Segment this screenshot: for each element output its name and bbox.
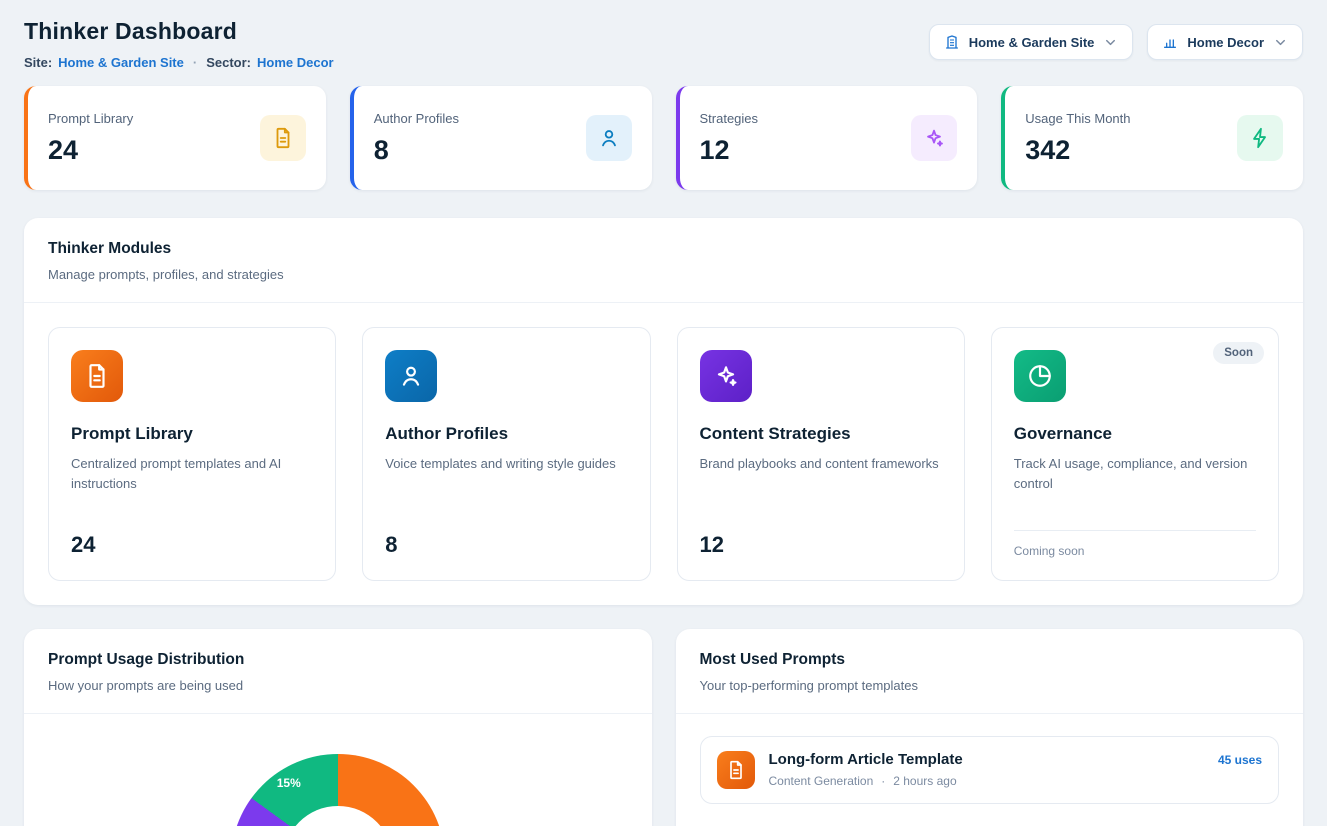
stat-card-author-profiles: Author Profiles 8	[350, 86, 652, 190]
module-card-prompt-library[interactable]: Prompt Library Centralized prompt templa…	[48, 327, 336, 581]
sparkle-icon	[700, 350, 752, 402]
chevron-down-icon	[1103, 35, 1118, 50]
module-card-content-strategies[interactable]: Content Strategies Brand playbooks and c…	[677, 327, 965, 581]
breadcrumb-separator: ·	[193, 55, 197, 70]
stat-label: Usage This Month	[1025, 111, 1130, 126]
prompt-meta: Content Generation · 2 hours ago	[769, 774, 963, 788]
prompt-list-item[interactable]: Long-form Article Template Content Gener…	[700, 736, 1280, 804]
most-used-title: Most Used Prompts	[700, 651, 1280, 669]
document-icon	[717, 751, 755, 789]
coming-soon-text: Coming soon	[1014, 530, 1256, 558]
chart-area: 15%	[24, 714, 652, 826]
module-description: Centralized prompt templates and AI inst…	[71, 454, 313, 494]
usage-donut-chart: 15%	[231, 754, 445, 826]
dashboard-page: Thinker Dashboard Site: Home & Garden Si…	[0, 0, 1327, 826]
user-icon	[385, 350, 437, 402]
module-description: Voice templates and writing style guides	[385, 454, 627, 474]
bottom-row: Prompt Usage Distribution How your promp…	[24, 629, 1303, 826]
most-used-subtitle: Your top-performing prompt templates	[700, 678, 1280, 693]
stat-value: 342	[1025, 135, 1130, 166]
module-count: 24	[71, 518, 313, 558]
breadcrumb: Site: Home & Garden Site · Sector: Home …	[24, 55, 334, 70]
page-title: Thinker Dashboard	[24, 18, 334, 45]
bar-chart-icon	[1162, 34, 1178, 50]
site-label: Site:	[24, 55, 52, 70]
stat-value: 24	[48, 135, 133, 166]
module-title: Author Profiles	[385, 424, 627, 444]
prompt-category: Content Generation	[769, 774, 874, 788]
module-title: Governance	[1014, 424, 1256, 444]
prompt-uses-badge: 45 uses	[1218, 753, 1262, 789]
sparkle-icon	[911, 115, 957, 161]
usage-distribution-card: Prompt Usage Distribution How your promp…	[24, 629, 652, 826]
stat-label: Prompt Library	[48, 111, 133, 126]
chevron-down-icon	[1273, 35, 1288, 50]
modules-subtitle: Manage prompts, profiles, and strategies	[48, 267, 1279, 282]
stat-value: 12	[700, 135, 759, 166]
module-card-governance[interactable]: Soon Governance Track AI usage, complian…	[991, 327, 1279, 581]
module-count: 8	[385, 518, 627, 558]
meta-separator: ·	[881, 774, 885, 788]
prompt-list: Long-form Article Template Content Gener…	[676, 714, 1304, 826]
stat-card-strategies: Strategies 12	[676, 86, 978, 190]
sector-selector-label: Home Decor	[1187, 35, 1264, 50]
donut-segment-label: 15%	[277, 776, 301, 790]
building-icon	[944, 34, 960, 50]
modules-title: Thinker Modules	[48, 240, 1279, 258]
document-icon	[260, 115, 306, 161]
module-card-author-profiles[interactable]: Author Profiles Voice templates and writ…	[362, 327, 650, 581]
soon-badge: Soon	[1213, 342, 1264, 364]
module-count: 12	[700, 518, 942, 558]
stats-row: Prompt Library 24 Author Profiles 8 Stra…	[24, 86, 1303, 190]
user-icon	[586, 115, 632, 161]
sector-selector-dropdown[interactable]: Home Decor	[1147, 24, 1303, 60]
stat-value: 8	[374, 135, 459, 166]
site-selector-dropdown[interactable]: Home & Garden Site	[929, 24, 1134, 60]
module-title: Prompt Library	[71, 424, 313, 444]
thinker-modules-panel: Thinker Modules Manage prompts, profiles…	[24, 218, 1303, 605]
topbar: Thinker Dashboard Site: Home & Garden Si…	[24, 18, 1303, 70]
pie-chart-icon	[1014, 350, 1066, 402]
modules-grid: Prompt Library Centralized prompt templa…	[24, 303, 1303, 605]
title-block: Thinker Dashboard Site: Home & Garden Si…	[24, 18, 334, 70]
module-title: Content Strategies	[700, 424, 942, 444]
stat-card-usage: Usage This Month 342	[1001, 86, 1303, 190]
prompt-time: 2 hours ago	[893, 774, 956, 788]
site-link[interactable]: Home & Garden Site	[58, 55, 184, 70]
module-description: Track AI usage, compliance, and version …	[1014, 454, 1256, 494]
sector-link[interactable]: Home Decor	[257, 55, 334, 70]
sector-label: Sector:	[206, 55, 251, 70]
prompt-title: Long-form Article Template	[769, 751, 963, 768]
site-selector-label: Home & Garden Site	[969, 35, 1095, 50]
top-actions: Home & Garden Site Home Decor	[929, 24, 1303, 60]
stat-label: Strategies	[700, 111, 759, 126]
module-description: Brand playbooks and content frameworks	[700, 454, 942, 474]
usage-distribution-title: Prompt Usage Distribution	[48, 651, 628, 669]
lightning-icon	[1237, 115, 1283, 161]
stat-label: Author Profiles	[374, 111, 459, 126]
document-icon	[71, 350, 123, 402]
most-used-prompts-card: Most Used Prompts Your top-performing pr…	[676, 629, 1304, 826]
stat-card-prompt-library: Prompt Library 24	[24, 86, 326, 190]
usage-distribution-subtitle: How your prompts are being used	[48, 678, 628, 693]
